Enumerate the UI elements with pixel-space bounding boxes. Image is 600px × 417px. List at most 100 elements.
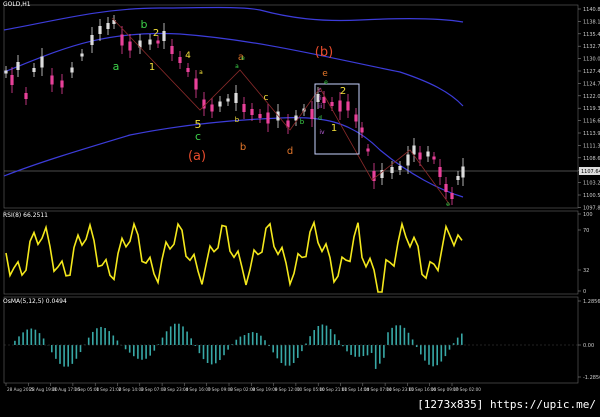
- candle-body: [444, 184, 447, 192]
- price-tick-label: 1116.65: [583, 119, 600, 125]
- main-panel-frame: [4, 5, 578, 208]
- osma-bar: [248, 333, 250, 345]
- symbol-label: GOLD,H1: [3, 1, 31, 8]
- osma-bar: [223, 345, 225, 355]
- time-axis: 28 Aug 201528 Aug 19:0031 Aug 17:001 Sep…: [6, 383, 481, 392]
- osma-bar: [285, 345, 287, 366]
- wave-label: ii: [318, 95, 322, 102]
- candle-body: [10, 75, 13, 85]
- osma-bar: [281, 345, 283, 363]
- osma-bar: [166, 331, 168, 345]
- price-chart-svg[interactable]: 1140.801138.101135.451132.751130.051127.…: [0, 0, 600, 413]
- candle-body: [418, 153, 421, 160]
- candle-body: [186, 68, 189, 72]
- osma-bar: [457, 338, 459, 345]
- wave-label: b: [300, 118, 305, 126]
- osma-bar: [318, 326, 320, 345]
- candle-body: [234, 93, 237, 103]
- candle-body: [210, 105, 213, 112]
- candle-body: [354, 115, 357, 122]
- osma-bar: [264, 340, 266, 345]
- candle-body: [360, 128, 363, 133]
- osma-bar: [26, 330, 28, 345]
- watermark: [1273x835] https://upic.me/: [417, 398, 596, 411]
- price-tick-label: 1132.75: [583, 44, 600, 50]
- osma-bar: [367, 345, 369, 355]
- candle-body: [178, 57, 181, 63]
- osma-bar: [240, 337, 242, 345]
- main-price-panel[interactable]: 1140.801138.101135.451132.751130.051127.…: [4, 5, 600, 211]
- wave-label: a: [113, 60, 120, 73]
- osma-bar: [67, 345, 69, 367]
- osma-bar: [293, 345, 295, 363]
- wave-label: (b): [315, 45, 333, 60]
- candle-body: [106, 23, 109, 29]
- osma-bar: [104, 328, 106, 345]
- time-tick-label: 17 Sep 02:00: [453, 387, 481, 392]
- osma-bar: [129, 345, 131, 353]
- osma-bar: [113, 336, 115, 345]
- candle-body: [32, 68, 35, 72]
- wave-label: 1: [331, 123, 337, 134]
- osma-bar: [51, 345, 53, 352]
- candle-body: [80, 54, 83, 57]
- candle-body: [162, 31, 165, 41]
- wave-label: (a): [188, 149, 206, 164]
- osma-bar: [80, 345, 82, 352]
- candle-body: [322, 97, 325, 103]
- osma-tick-label: -1.2856: [583, 375, 600, 381]
- osma-bar: [195, 345, 197, 346]
- candle-body: [456, 176, 459, 180]
- osma-bar: [133, 345, 135, 356]
- osma-bar: [338, 340, 340, 345]
- osma-bar: [190, 338, 192, 345]
- osma-bar: [59, 345, 61, 364]
- current-price-label: 1107.64: [581, 169, 600, 175]
- rsi-label: RSI(8) 66.2511: [3, 212, 48, 219]
- osma-label: OsMA(5,12,5) 0.0494: [3, 298, 67, 305]
- candle-body: [218, 102, 221, 107]
- candle-body: [226, 99, 229, 102]
- wave-label: e: [241, 55, 245, 62]
- osma-bar: [170, 326, 172, 345]
- osma-bar: [436, 345, 438, 365]
- candle-body: [242, 104, 245, 112]
- osma-bar: [277, 345, 279, 358]
- wave-label: b: [240, 142, 246, 153]
- osma-bar: [297, 345, 299, 358]
- osma-bar: [96, 328, 98, 345]
- price-tick-label: 1140.80: [583, 7, 600, 13]
- osma-bar: [22, 332, 24, 345]
- osma-bar: [408, 333, 410, 345]
- candle-body: [338, 101, 341, 112]
- osma-bar: [322, 324, 324, 345]
- candle-body: [250, 109, 253, 115]
- osma-bar: [350, 345, 352, 355]
- wave-label: d: [287, 146, 293, 157]
- candle-body: [266, 113, 269, 124]
- osma-bar: [55, 345, 57, 359]
- osma-bar: [453, 343, 455, 345]
- osma-bar: [449, 345, 451, 350]
- chart-window[interactable]: 1140.801138.101135.451132.751130.051127.…: [0, 0, 600, 413]
- osma-bar: [117, 341, 119, 345]
- osma-indicator-panel[interactable]: 1.28560.00-1.2856: [4, 297, 600, 383]
- osma-bar: [301, 345, 303, 351]
- wave-label: d: [318, 115, 322, 122]
- osma-bar: [363, 345, 365, 356]
- osma-bar: [354, 345, 356, 357]
- osma-bar: [236, 340, 238, 345]
- candle-body: [128, 42, 131, 51]
- osma-bar: [289, 345, 291, 366]
- wave-label: b: [235, 116, 240, 124]
- rsi-indicator-panel[interactable]: 10070320: [4, 211, 593, 295]
- osma-bar: [178, 324, 180, 345]
- osma-bar: [182, 326, 184, 345]
- osma-bar: [154, 345, 156, 351]
- candle-body: [366, 149, 369, 152]
- osma-bar: [441, 345, 443, 362]
- price-tick-label: 1135.45: [583, 32, 600, 38]
- osma-bar: [186, 332, 188, 345]
- osma-bar: [334, 334, 336, 345]
- osma-bar: [31, 329, 33, 345]
